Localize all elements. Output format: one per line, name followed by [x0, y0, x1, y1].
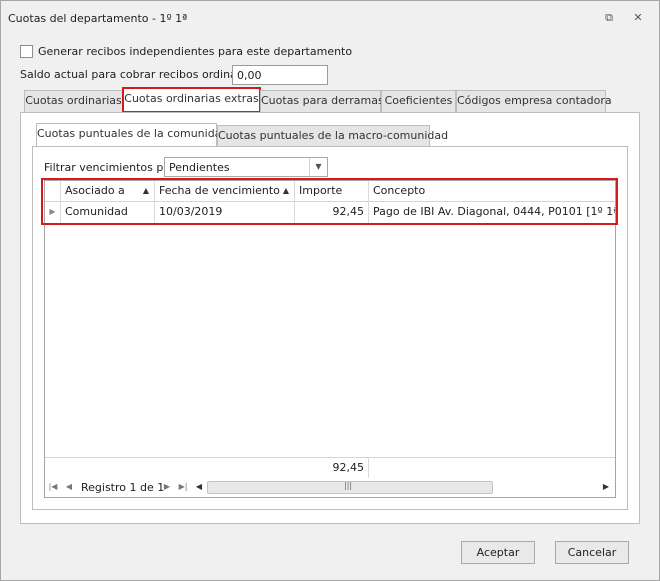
cell-asociado[interactable]: Comunidad [61, 202, 155, 223]
first-record-icon[interactable]: |◀ [47, 480, 59, 494]
accept-button[interactable]: Aceptar [461, 541, 535, 564]
column-header-label: Concepto [373, 184, 426, 197]
cell-fecha[interactable]: 10/03/2019 [155, 202, 295, 223]
column-header-label: Asociado a [65, 184, 125, 197]
filter-value: Pendientes [169, 161, 230, 174]
row-indicator-header [45, 181, 61, 202]
dues-grid: Asociado a ▲ Fecha de vencimiento ▲ Impo… [44, 180, 616, 498]
column-header-asociado[interactable]: Asociado a ▲ [61, 181, 155, 202]
row-pointer-icon: ▶ [45, 202, 61, 223]
independent-receipts-checkbox[interactable] [20, 45, 33, 58]
saldo-label: Saldo actual para cobrar recibos ordinar… [20, 68, 261, 81]
last-record-icon[interactable]: ▶| [177, 480, 189, 494]
cell-importe[interactable]: 92,45 [295, 202, 369, 223]
subtab-comunidad[interactable]: Cuotas puntuales de la comunidad [36, 123, 228, 147]
scroll-left-icon[interactable]: ◀ [193, 480, 205, 494]
window-title: Cuotas del departamento - 1º 1ª [8, 12, 188, 25]
tab-coeficientes[interactable]: Coeficientes [381, 90, 456, 112]
tab-codigos-empresa-contadora[interactable]: Códigos empresa contadora [456, 90, 612, 112]
record-position: Registro 1 de 1 [81, 481, 165, 494]
column-header-concepto[interactable]: Concepto [369, 181, 615, 202]
record-navigator: |◀ ◀ Registro 1 de 1 ▶ ▶| ◀ ||| ▶ [45, 478, 615, 497]
sort-ascending-icon: ▲ [142, 186, 149, 195]
sort-ascending-icon: ▲ [282, 186, 289, 195]
scroll-right-icon[interactable]: ▶ [600, 480, 612, 494]
grid-footer: 92,45 [45, 457, 615, 478]
cell-concepto[interactable]: Pago de IBI Av. Diagonal, 0444, P0101 [1… [369, 202, 615, 223]
importe-total: 92,45 [315, 458, 369, 478]
table-row[interactable]: ▶ Comunidad 10/03/2019 92,45 Pago de IBI… [45, 202, 615, 223]
tab-cuotas-ordinarias-extras[interactable]: Cuotas ordinarias extras [122, 87, 261, 113]
horizontal-scrollbar[interactable]: ||| [207, 481, 493, 494]
column-header-fecha[interactable]: Fecha de vencimiento ▲ [155, 181, 295, 202]
column-header-label: Importe [299, 184, 343, 197]
subtab-macro-comunidad[interactable]: Cuotas puntuales de la macro-comunidad [217, 125, 448, 147]
previous-record-icon[interactable]: ◀ [63, 480, 75, 494]
scroll-grip-icon: ||| [344, 481, 353, 490]
column-header-importe[interactable]: Importe [295, 181, 369, 202]
saldo-input[interactable] [232, 65, 328, 85]
cancel-button[interactable]: Cancelar [555, 541, 629, 564]
tab-cuotas-para-derramas[interactable]: Cuotas para derramas [260, 90, 384, 112]
chevron-down-icon[interactable]: ▼ [309, 158, 327, 176]
filter-label: Filtrar vencimientos por: [44, 161, 179, 174]
tab-cuotas-ordinarias[interactable]: Cuotas ordinarias [24, 90, 123, 112]
title-bar: Cuotas del departamento - 1º 1ª ⧉ ✕ [1, 1, 659, 33]
restore-icon[interactable]: ⧉ [601, 10, 617, 26]
independent-receipts-label: Generar recibos independientes para este… [38, 45, 353, 58]
next-record-icon[interactable]: ▶ [161, 480, 173, 494]
column-header-label: Fecha de vencimiento [159, 184, 280, 197]
filter-dropdown[interactable]: Pendientes ▼ [164, 157, 328, 177]
close-icon[interactable]: ✕ [630, 10, 646, 26]
grid-header: Asociado a ▲ Fecha de vencimiento ▲ Impo… [45, 181, 615, 202]
